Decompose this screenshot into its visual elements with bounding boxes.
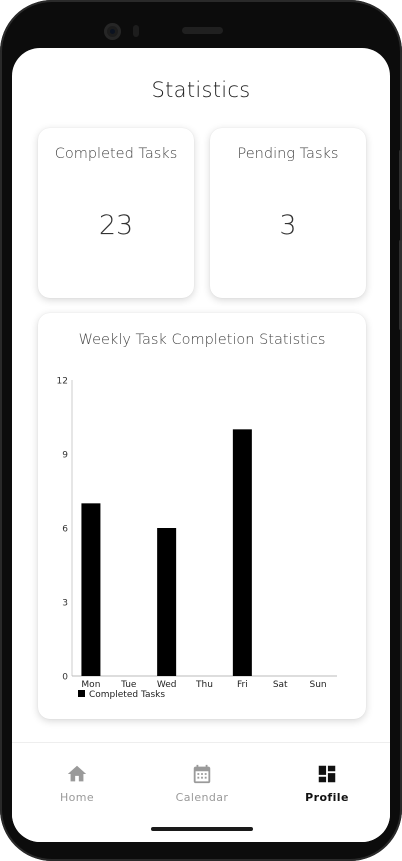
y-tick-label: 12 [57,377,68,387]
home-icon [67,765,87,782]
completed-tasks-value: 23 [98,210,134,241]
pending-tasks-label: Pending Tasks [237,146,339,162]
bar-mon [81,503,101,676]
nav-profile[interactable]: Profile [272,763,382,804]
calendar-icon [193,764,211,784]
y-tick-label: 9 [62,451,68,461]
phone-frame: Statistics Completed Tasks 23 Pending Ta… [0,0,402,861]
weekly-chart-card: Weekly Task Completion Statistics 0 3 6 9 12… [38,313,366,719]
nav-calendar[interactable]: Calendar [147,763,257,804]
pending-tasks-card: Pending Tasks 3 [210,128,366,298]
legend-swatch [78,690,85,697]
x-tick-label: Thu [195,680,213,690]
y-tick-label: 0 [62,673,68,683]
bottom-navigation: Home Calendar Profile [12,742,390,842]
home-indicator[interactable] [151,827,253,831]
y-tick-label: 6 [62,525,68,535]
pending-tasks-value: 3 [279,210,297,241]
earpiece-speaker [182,27,223,34]
page-title: Statistics [151,78,251,102]
bar-chart: 0 3 6 9 12 Mon Tue Wed Thu Fri Sat Sun Completed Tas… [57,377,337,700]
x-tick-label: Wed [157,680,177,690]
screen: Statistics Completed Tasks 23 Pending Ta… [12,48,390,842]
x-tick-label: Mon [81,680,100,690]
x-tick-label: Tue [120,680,137,690]
x-tick-label: Sun [310,680,327,690]
front-camera [104,23,121,40]
nav-calendar-label: Calendar [175,791,229,804]
nav-home[interactable]: Home [22,763,132,804]
completed-tasks-label: Completed Tasks [54,146,178,162]
proximity-sensor [133,25,139,37]
dashboard-icon [318,765,336,783]
x-tick-label: Fri [237,680,248,690]
nav-home-label: Home [59,791,95,804]
completed-tasks-card: Completed Tasks 23 [38,128,194,298]
y-tick-label: 3 [62,599,68,609]
x-tick-label: Sat [273,680,288,690]
bar-fri [232,429,252,676]
bar-wed [157,528,177,676]
legend-label: Completed Tasks [89,690,165,700]
nav-profile-label: Profile [305,791,349,804]
